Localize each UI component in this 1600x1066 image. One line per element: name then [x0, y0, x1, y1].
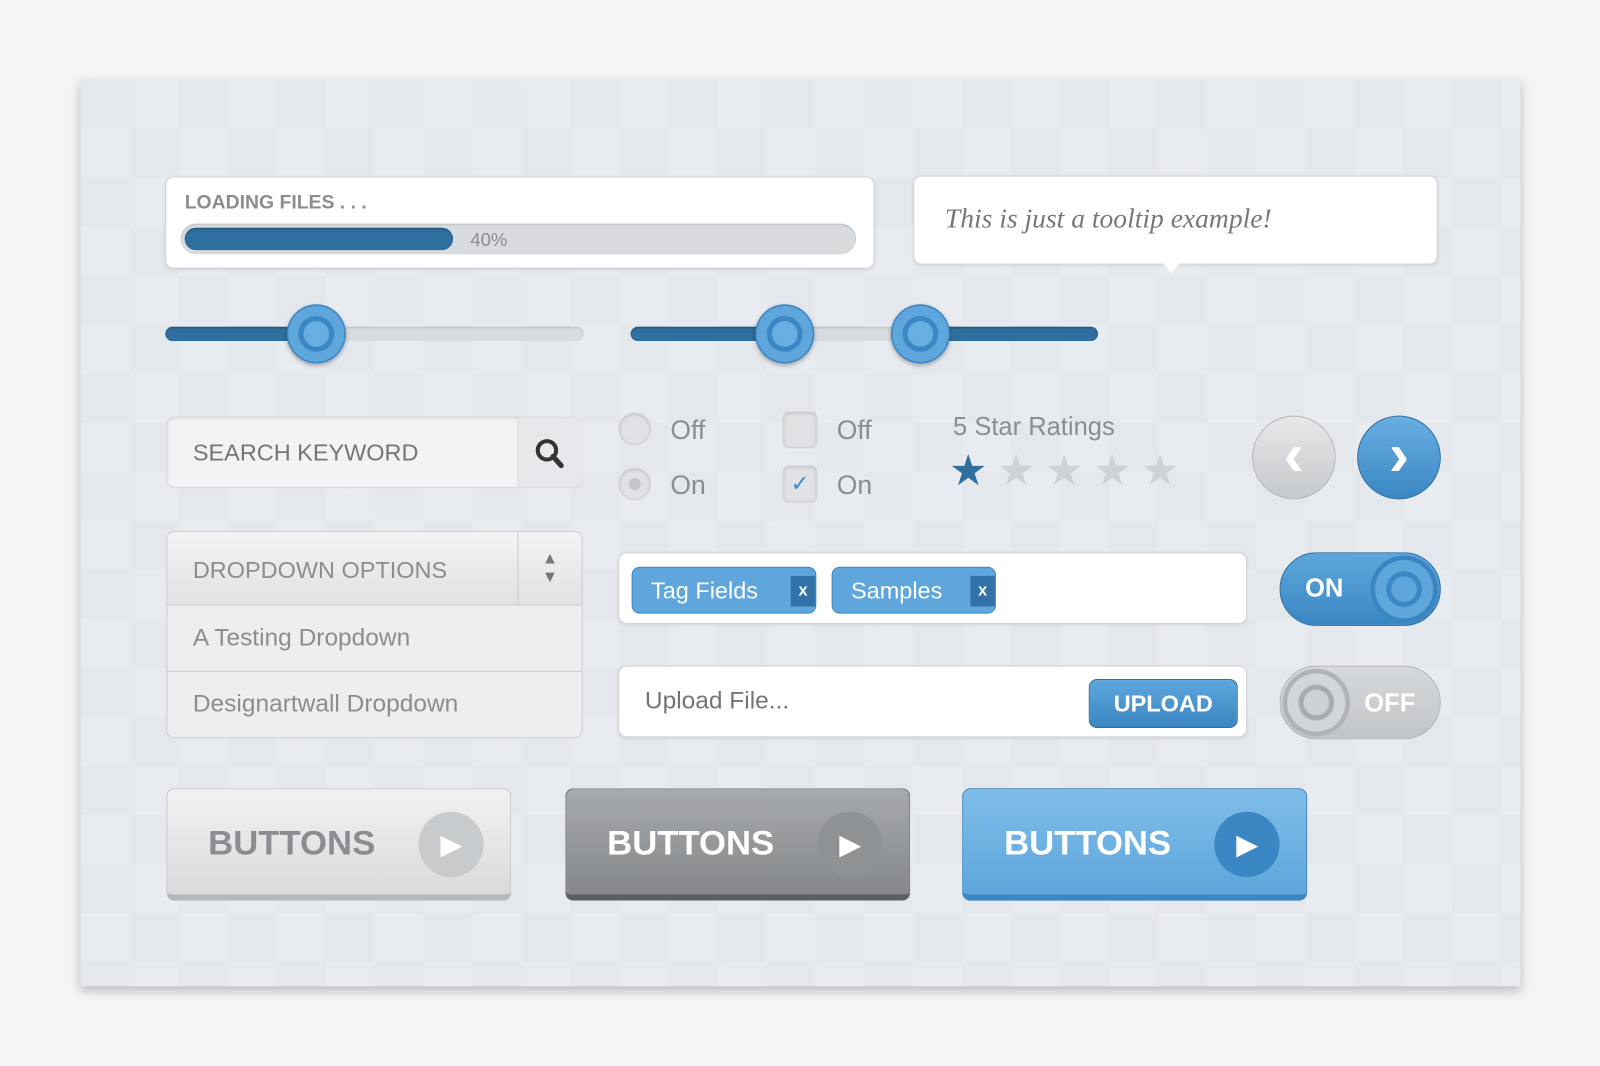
search-box [166, 416, 583, 489]
search-icon [535, 439, 564, 469]
radio-on-label: On [670, 469, 706, 501]
range-handle-low[interactable] [755, 304, 815, 364]
checkmark-icon: ✓ [790, 470, 810, 497]
tag-label: Samples [851, 576, 943, 604]
sort-arrows-icon: ▲ ▼ [517, 531, 581, 606]
checkbox-on[interactable]: ✓ [782, 465, 818, 503]
tag-remove-icon[interactable]: x [970, 575, 995, 607]
toggle-off[interactable]: OFF [1279, 665, 1441, 740]
checkbox-off-label: Off [836, 414, 872, 446]
dropdown-selected: DROPDOWN OPTIONS [192, 556, 448, 584]
search-input[interactable] [167, 417, 517, 488]
radio-off[interactable] [618, 412, 652, 446]
star-icon[interactable]: ★ [1093, 445, 1131, 495]
slider-handle[interactable] [286, 304, 346, 364]
checkbox-off[interactable] [782, 411, 818, 449]
progress-value: 40% [470, 229, 508, 251]
dark-button[interactable]: BUTTONS ▶ [565, 788, 911, 901]
star-icon[interactable]: ★ [997, 445, 1035, 495]
toggle-off-label: OFF [1364, 689, 1416, 718]
tooltip-text: This is just a tooltip example! [944, 203, 1272, 234]
checkbox-on-label: On [836, 469, 873, 501]
next-button[interactable]: › [1357, 415, 1441, 500]
progress-card: LOADING FILES . . . 40% [165, 176, 875, 269]
star-icon[interactable]: ★ [1141, 445, 1179, 495]
upload-field: UPLOAD [618, 665, 1247, 738]
tooltip-arrow [1163, 263, 1180, 274]
dropdown-option[interactable]: A Testing Dropdown [167, 606, 582, 672]
toggle-on-label: ON [1305, 573, 1344, 603]
progress-fill [184, 227, 454, 251]
upload-input[interactable] [619, 666, 1079, 737]
tag-remove-icon[interactable]: x [790, 575, 816, 607]
progress-label: LOADING FILES . . . [184, 191, 367, 214]
dropdown: DROPDOWN OPTIONS ▲ ▼ A Testing Dropdown D… [166, 530, 583, 739]
rating-label: 5 Star Ratings [953, 412, 1115, 442]
range-handle-high[interactable] [890, 304, 950, 364]
play-icon: ▶ [418, 811, 484, 878]
tooltip: This is just a tooltip example! [913, 175, 1438, 274]
radio-on[interactable] [618, 467, 652, 501]
canvas: LOADING FILES . . . 40% This is just a t… [0, 0, 1600, 1066]
button-label: BUTTONS [607, 824, 775, 863]
chevron-right-icon: › [1388, 419, 1410, 489]
search-button[interactable] [517, 417, 583, 488]
tag-label: Tag Fields [651, 576, 758, 604]
prev-button[interactable]: ‹ [1252, 415, 1336, 500]
upload-button[interactable]: UPLOAD [1088, 679, 1238, 729]
chevron-left-icon: ‹ [1283, 419, 1305, 489]
dropdown-option[interactable]: Designartwall Dropdown [167, 672, 581, 737]
blue-button[interactable]: BUTTONS ▶ [962, 788, 1308, 901]
toggle-on[interactable]: ON [1279, 552, 1441, 626]
play-icon: ▶ [1214, 811, 1280, 878]
radio-off-label: Off [670, 414, 706, 446]
tag: Samples x [831, 566, 996, 614]
star-icon[interactable]: ★ [1045, 445, 1083, 495]
button-label: BUTTONS [1004, 824, 1172, 863]
play-icon: ▶ [817, 811, 883, 878]
light-button[interactable]: BUTTONS ▶ [166, 788, 512, 901]
toggle-knob [1370, 555, 1438, 623]
tag: Tag Fields x [631, 566, 817, 614]
toggle-knob [1282, 668, 1350, 737]
star-icon[interactable]: ★ [949, 445, 987, 495]
button-label: BUTTONS [208, 824, 376, 863]
dropdown-select[interactable]: DROPDOWN OPTIONS ▲ ▼ [167, 531, 582, 606]
